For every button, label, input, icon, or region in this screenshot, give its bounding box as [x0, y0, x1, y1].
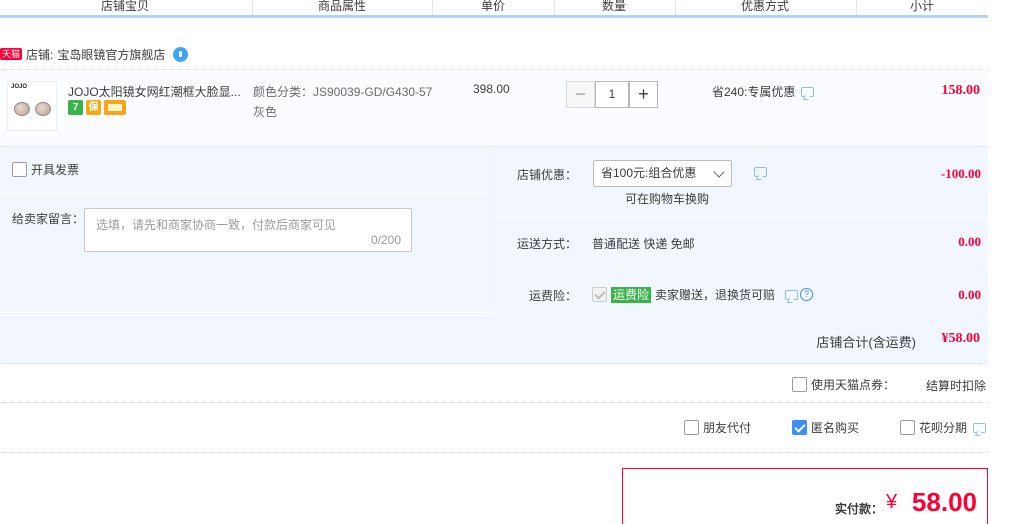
- friend-pay-checkbox[interactable]: [684, 420, 699, 435]
- insurance-option: 运费险 卖家赠送，退换货可赔 ?: [592, 286, 814, 303]
- glasses-lens-left: [14, 102, 30, 116]
- final-currency: ¥: [886, 491, 898, 513]
- shop-total-value: ¥58.00: [941, 331, 981, 346]
- glasses-lens-right: [35, 102, 51, 116]
- coupon-amount: -100.00: [940, 166, 981, 181]
- header-col-item: 店铺宝贝: [100, 0, 149, 13]
- shipping-label: 运送方式：: [517, 237, 578, 251]
- friend-pay-label: 朋友代付: [703, 421, 752, 435]
- invoice-label: 开具发票: [31, 163, 80, 177]
- coupon-row: 店铺优惠： 省100元:组合优惠 可在购物车换购 -100.00: [492, 147, 989, 218]
- quantity-input[interactable]: 1: [595, 81, 629, 108]
- friend-pay-option[interactable]: 朋友代付: [684, 419, 751, 436]
- tmall-badge: 天猫: [0, 48, 23, 60]
- guarantee-icon[interactable]: 保: [86, 100, 101, 115]
- right-options: 店铺优惠： 省100元:组合优惠 可在购物车换购 -100.00 运送方式： 普…: [491, 147, 989, 315]
- product-title-link[interactable]: JOJO太阳镜女网红潮框大脸显...: [68, 83, 248, 100]
- invoice-section: 开具发票: [0, 147, 490, 193]
- points-deduct-text: 结算时扣除: [926, 379, 987, 393]
- header-col-price: 单价: [480, 0, 505, 13]
- anonymous-buy-checkbox[interactable]: [792, 420, 807, 435]
- shop-name-link[interactable]: 宝岛眼镜官方旗舰店: [57, 46, 165, 63]
- payment-options-row: 朋友代付 匿名购买 花呗分期: [0, 403, 988, 453]
- shipping-row: 运送方式： 普通配送 快递 免邮 0.00: [492, 218, 989, 268]
- anonymous-buy-label: 匿名购买: [811, 421, 860, 435]
- insurance-label: 运费险：: [529, 289, 578, 303]
- coupon-label: 店铺优惠：: [517, 168, 578, 182]
- header-col-promo: 优惠方式: [740, 0, 789, 13]
- memo-textarea[interactable]: 选填，请先和商家协商一致，付款后商家可见 0/200: [84, 208, 412, 252]
- coupon-select[interactable]: 省100元:组合优惠: [593, 160, 732, 187]
- coupon-selected: 省100元:组合优惠: [601, 166, 697, 180]
- insurance-tag: 运费险: [611, 286, 652, 303]
- unit-price: 398.00: [473, 82, 510, 96]
- shipping-value: 普通配送 快递 免邮: [592, 237, 695, 251]
- use-points-label: 使用天猫点券：: [811, 378, 896, 392]
- use-points-option[interactable]: 使用天猫点券：: [792, 376, 895, 393]
- shop-label: 店铺:: [26, 47, 54, 62]
- huabei-installment-option[interactable]: 花呗分期: [900, 419, 987, 436]
- huabei-checkbox[interactable]: [900, 420, 915, 435]
- decrease-quantity-button[interactable]: −: [566, 81, 595, 108]
- final-label: 实付款：: [835, 502, 884, 516]
- chat-icon[interactable]: [173, 46, 189, 62]
- coupon-sub-text: 可在购物车换购: [625, 192, 710, 206]
- shop-total: 店铺合计(含运费) ¥58.00: [0, 315, 988, 365]
- comment-icon[interactable]: [973, 422, 987, 433]
- chevron-down-icon: [713, 166, 725, 178]
- service-badges: 7 保: [68, 100, 126, 115]
- huabei-label: 花呗分期: [919, 421, 968, 435]
- header-col-subtotal: 小计: [909, 0, 934, 13]
- memo-section: 给卖家留言： 选填，请先和商家协商一致，付款后商家可见 0/200: [0, 193, 490, 313]
- increase-quantity-button[interactable]: +: [629, 81, 658, 108]
- shop-row: 天猫 店铺: 宝岛眼镜官方旗舰店: [0, 44, 189, 64]
- quantity-stepper: − 1 +: [566, 81, 658, 108]
- table-header: 店铺宝贝 商品属性 单价 数量 优惠方式 小计: [0, 0, 988, 18]
- header-col-attr: 商品属性: [317, 0, 366, 13]
- insurance-row: 运费险： 运费险 卖家赠送，退换货可赔 ? 0.00: [492, 268, 989, 315]
- shop-total-label: 店铺合计(含运费): [816, 335, 916, 350]
- comment-icon[interactable]: [754, 167, 767, 177]
- item-subtotal: 158.00: [941, 83, 981, 98]
- memo-counter: 0/200: [370, 233, 401, 247]
- final-payment-box: 实付款： ¥ 58.00: [622, 468, 988, 524]
- memo-placeholder: 选填，请先和商家协商一致，付款后商家可见: [96, 218, 337, 232]
- insurance-checkbox: [592, 287, 607, 302]
- points-row: 使用天猫点券： 结算时扣除: [0, 365, 988, 403]
- order-options-panel: 开具发票 给卖家留言： 选填，请先和商家协商一致，付款后商家可见 0/200 店…: [0, 146, 989, 365]
- comment-icon[interactable]: [785, 289, 799, 300]
- anonymous-buy-option[interactable]: 匿名购买: [792, 419, 859, 436]
- insurance-text: 卖家赠送，退换货可赔: [655, 288, 776, 302]
- final-amount: 58.00: [911, 487, 977, 517]
- promo-text: 省240:专属优惠: [712, 85, 796, 99]
- memo-label: 给卖家留言：: [12, 212, 85, 226]
- shipping-amount: 0.00: [958, 234, 981, 249]
- order-item-row: JOJO JOJO太阳镜女网红潮框大脸显... 7 保 颜色分类：JS90039…: [0, 69, 988, 145]
- header-col-qty: 数量: [601, 0, 626, 13]
- thumbnail-brand: JOJO: [11, 84, 28, 90]
- seven-day-return-icon[interactable]: 7: [68, 100, 83, 115]
- invoice-checkbox[interactable]: [12, 162, 27, 177]
- help-icon[interactable]: ?: [800, 288, 814, 301]
- product-attributes: 颜色分类：JS90039-GD/G430-57灰色: [253, 85, 433, 119]
- left-options: 开具发票 给卖家留言： 选填，请先和商家协商一致，付款后商家可见 0/200: [0, 147, 490, 315]
- promo-info: 省240:专属优惠: [712, 83, 815, 100]
- credit-card-icon[interactable]: [104, 100, 126, 115]
- insurance-amount: 0.00: [958, 287, 981, 302]
- use-points-checkbox[interactable]: [792, 377, 807, 392]
- comment-icon[interactable]: [801, 86, 815, 97]
- invoice-option[interactable]: 开具发票: [12, 161, 79, 178]
- product-thumbnail[interactable]: JOJO: [7, 81, 57, 131]
